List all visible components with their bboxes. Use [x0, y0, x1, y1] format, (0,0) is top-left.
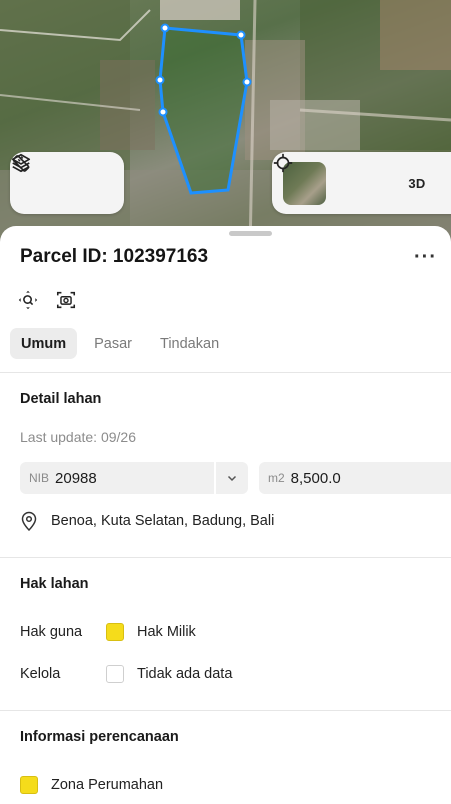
- planning-heading: Informasi perencanaan: [20, 729, 179, 745]
- location-pin-icon: [21, 511, 37, 531]
- measure-button[interactable]: [12, 155, 108, 200]
- area-unit: m2: [268, 471, 285, 485]
- zoom-to-icon: [18, 290, 38, 310]
- measure-icon: [12, 155, 30, 172]
- nib-dropdown-button[interactable]: [214, 462, 248, 494]
- sheet-header: Parcel ID: 102397163 ···: [20, 246, 441, 268]
- area-field[interactable]: m2 8,500.0: [259, 462, 451, 494]
- map-view-panel: 3D: [272, 152, 451, 214]
- legend-swatch: [106, 623, 124, 641]
- screenshot-icon: [56, 291, 76, 309]
- nib-value: 20988: [55, 469, 97, 487]
- nib-prefix: NIB: [29, 471, 50, 485]
- map-tools-panel: [10, 152, 124, 214]
- planning-zone-row: Zona Perumahan: [20, 776, 440, 794]
- divider: [0, 710, 451, 711]
- view-3d-button[interactable]: 3D: [400, 166, 434, 200]
- parcel-title: Parcel ID: 102397163: [20, 246, 209, 267]
- planning-zone: Zona Perumahan: [51, 777, 164, 793]
- rights-value: Hak Milik: [137, 624, 196, 640]
- rights-key: Kelola: [20, 666, 61, 682]
- divider: [0, 557, 451, 558]
- locate-button[interactable]: [273, 153, 378, 200]
- tab-pasar[interactable]: Pasar: [83, 328, 143, 359]
- satellite-map[interactable]: 3D: [0, 0, 451, 250]
- legend-swatch: [106, 665, 124, 683]
- chevron-down-icon: [227, 475, 237, 482]
- sheet-drag-handle[interactable]: [229, 231, 272, 236]
- section-tabs: Umum Pasar Tindakan: [10, 328, 230, 359]
- legend-swatch: [20, 776, 38, 794]
- crosshair-icon: [273, 153, 293, 173]
- parcel-details-sheet: Parcel ID: 102397163 ··· Umum Pasar Tind…: [0, 226, 451, 804]
- tab-tindakan[interactable]: Tindakan: [149, 328, 230, 359]
- tab-umum[interactable]: Umum: [10, 328, 78, 359]
- area-value: 8,500.0: [290, 469, 341, 487]
- rights-key: Hak guna: [20, 624, 83, 640]
- detail-heading: Detail lahan: [20, 391, 102, 407]
- location-text: Benoa, Kuta Selatan, Badung, Bali: [51, 513, 275, 529]
- screenshot-button[interactable]: [54, 288, 78, 312]
- parcel-actions: [16, 288, 78, 312]
- zoom-to-parcel-button[interactable]: [16, 288, 40, 312]
- rights-row-kelola: Kelola Tidak ada data: [20, 665, 440, 683]
- last-update: Last update: 09/26: [20, 429, 136, 445]
- rights-value: Tidak ada data: [137, 666, 233, 682]
- rights-row-hak-guna: Hak guna Hak Milik: [20, 623, 440, 641]
- more-options-button[interactable]: ···: [414, 247, 441, 267]
- location-row: Benoa, Kuta Selatan, Badung, Bali: [20, 511, 274, 531]
- rights-heading: Hak lahan: [20, 576, 89, 592]
- nib-field[interactable]: NIB 20988: [20, 462, 248, 494]
- divider: [0, 372, 451, 373]
